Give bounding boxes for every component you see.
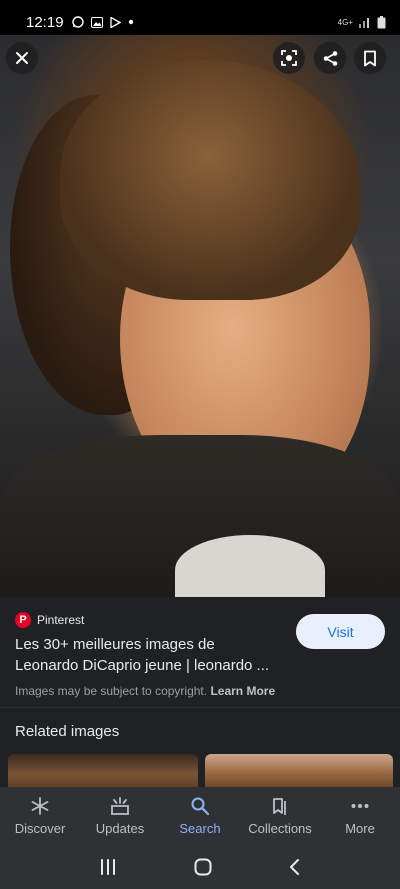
bottom-nav: Discover Updates Search Collections More (0, 787, 400, 845)
nav-label: Search (179, 821, 221, 836)
result-info-panel: P Pinterest Les 30+ meilleures images de… (0, 597, 400, 707)
search-icon (191, 797, 210, 816)
more-icon (351, 804, 369, 808)
collections-icon (273, 798, 286, 815)
image-hair (60, 60, 360, 300)
signal-icon (359, 18, 369, 28)
main-image[interactable] (0, 35, 400, 597)
bookmark-button[interactable] (354, 42, 386, 74)
system-nav-bar (0, 845, 400, 889)
whatsapp-icon (71, 16, 84, 28)
result-title-line2: Leonardo DiCaprio jeune | leonardo ... (15, 657, 270, 674)
learn-more-link[interactable]: Learn More (210, 684, 275, 698)
asterisk-icon (31, 797, 49, 815)
nav-collections[interactable]: Collections (240, 787, 320, 845)
status-time: 12:19 (26, 13, 64, 31)
gallery-icon (90, 16, 103, 28)
bookmark-icon (364, 50, 376, 66)
battery-icon (377, 15, 386, 28)
nav-discover[interactable]: Discover (0, 787, 80, 845)
play-store-icon (109, 16, 121, 28)
network-type: 4G+ (337, 17, 353, 27)
nav-label: Updates (95, 821, 145, 836)
related-thumbnail[interactable] (8, 754, 198, 788)
status-icons-right: 4G+ (337, 15, 386, 29)
nav-updates[interactable]: Updates (80, 787, 160, 845)
share-icon (323, 50, 337, 66)
nav-label: More (345, 821, 375, 836)
pinterest-logo-icon: P (15, 612, 31, 628)
notification-dot-icon (128, 19, 133, 25)
copyright-text: Images may be subject to copyright. (15, 684, 208, 698)
lens-icon (281, 50, 297, 66)
nav-label: Collections (248, 821, 312, 836)
image-shirt (175, 535, 325, 597)
related-images-section: Related images (0, 707, 400, 788)
close-icon (16, 52, 28, 64)
lens-button[interactable] (273, 42, 305, 74)
nav-search[interactable]: Search (160, 787, 240, 845)
result-title-line1: Les 30+ meilleures images de (15, 636, 215, 653)
home-icon[interactable] (193, 857, 213, 877)
visit-button[interactable]: Visit (296, 614, 385, 649)
back-icon[interactable] (288, 858, 302, 876)
recent-apps-icon[interactable] (98, 858, 118, 876)
nav-label: Discover (14, 821, 66, 836)
related-thumbnail[interactable] (205, 754, 393, 788)
result-title[interactable]: Les 30+ meilleures images de Leonardo Di… (15, 634, 285, 676)
source-row[interactable]: P Pinterest (15, 612, 84, 628)
share-button[interactable] (314, 42, 346, 74)
copyright-notice: Images may be subject to copyright. Lear… (15, 684, 275, 698)
close-button[interactable] (6, 42, 38, 74)
updates-icon (111, 797, 129, 815)
source-name: Pinterest (37, 613, 85, 627)
nav-more[interactable]: More (320, 787, 400, 845)
notification-icons (71, 16, 134, 28)
related-images-title: Related images (15, 723, 120, 740)
